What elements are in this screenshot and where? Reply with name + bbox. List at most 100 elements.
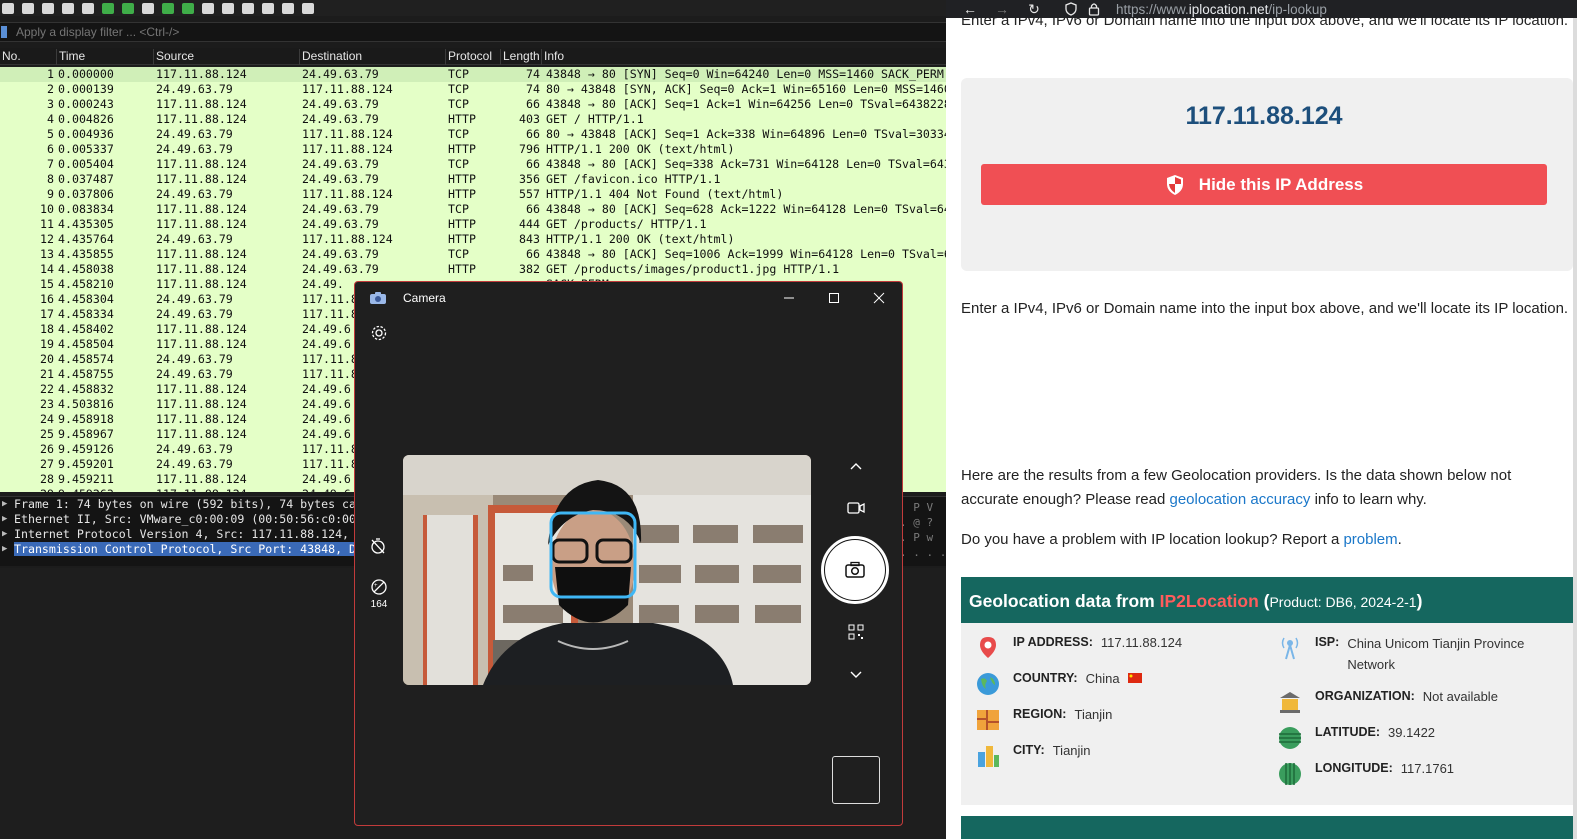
forward-arrow-icon[interactable]: → [994,2,1010,16]
ip2location-link[interactable]: IP2Location [1160,591,1259,611]
col-info[interactable]: Info [541,49,564,65]
expand-arrow-icon[interactable]: ▶ [2,512,7,527]
col-source[interactable]: Source [153,49,194,65]
packet-destination: 24.49.63.79 [302,217,379,231]
packet-source: 24.49.63.79 [156,307,233,321]
zoom-normal-icon[interactable] [282,2,294,14]
back-arrow-icon[interactable]: ← [962,2,978,16]
packet-row[interactable]: 12 4.435764 24.49.63.79 117.11.88.124 HTTP 84… [0,232,946,247]
expand-arrow-icon[interactable]: ▶ [2,527,7,542]
packet-protocol: TCP [448,247,469,261]
colorize-icon[interactable] [222,2,234,14]
autoscroll-icon[interactable] [202,2,214,14]
packet-row[interactable]: 2 0.000139 24.49.63.79 117.11.88.124 TCP 74 80… [0,82,946,97]
take-photo-button[interactable] [821,536,889,604]
packet-destination: 117.11.88.124 [302,127,393,141]
qr-code-icon[interactable] [848,624,864,640]
chevron-down-icon[interactable] [848,667,864,683]
packet-row[interactable]: 9 0.037806 24.49.63.79 117.11.88.124 HTTP 557… [0,187,946,202]
packet-source: 117.11.88.124 [156,157,247,171]
col-protocol[interactable]: Protocol [445,49,492,65]
packet-destination: 117.11.8 [302,367,358,381]
packet-protocol: HTTP [448,172,476,186]
gallery-thumbnail-button[interactable] [832,756,880,804]
camera-titlebar[interactable]: Camera [355,282,902,314]
packet-source: 117.11.88.124 [156,472,247,486]
packet-row[interactable]: 5 0.004936 24.49.63.79 117.11.88.124 TCP 66 80… [0,127,946,142]
go-back-icon[interactable] [102,2,114,14]
expand-arrow-icon[interactable]: ▶ [2,497,7,512]
col-no[interactable]: No. [0,49,21,65]
timer-off-icon[interactable] [369,537,387,555]
col-time[interactable]: Time [56,49,85,65]
open-file-icon[interactable] [2,2,14,14]
packet-row[interactable]: 13 4.435855 117.11.88.124 24.49.63.79 TCP 66 4… [0,247,946,262]
packet-row[interactable]: 6 0.005337 24.49.63.79 117.11.88.124 HTTP 796… [0,142,946,157]
packet-row[interactable]: 11 4.435305 117.11.88.124 24.49.63.79 HTTP 44… [0,217,946,232]
video-mode-icon[interactable] [846,500,866,516]
packet-row[interactable]: 3 0.000243 117.11.88.124 24.49.63.79 TCP 66 43… [0,97,946,112]
longitude-globe-icon [1279,763,1301,785]
chevron-up-icon[interactable] [848,458,864,474]
packet-destination: 117.11.88.124 [302,232,393,246]
url-prefix: https://www. [1116,1,1189,17]
packet-row[interactable]: 14 4.458038 117.11.88.124 24.49.63.79 HTTP 38… [0,262,946,277]
packet-row[interactable]: 10 0.083834 117.11.88.124 24.49.63.79 TCP 66 4… [0,202,946,217]
packet-source: 117.11.88.124 [156,382,247,396]
minimize-icon[interactable] [781,290,797,306]
zoom-out-icon[interactable] [262,2,274,14]
packet-destination: 24.49.63.79 [302,172,379,186]
packet-length: 557 [519,187,540,201]
geo-city-row: CITY: Tianjin [975,743,1091,769]
packet-no: 21 [40,367,54,381]
resize-columns-icon[interactable] [302,2,314,14]
packet-time: 4.458038 [58,262,114,276]
expand-arrow-icon[interactable]: ▶ [2,542,7,557]
settings-gear-icon[interactable] [370,324,388,342]
packet-length: 356 [519,172,540,186]
geo-isp-row: ISP: China Unicom Tianjin Province Networ… [1277,635,1557,675]
packet-no: 10 [40,202,54,216]
reload-icon[interactable]: ↻ [1026,2,1042,16]
col-destination[interactable]: Destination [299,49,362,65]
region-value: Tianjin [1074,707,1113,722]
packet-row[interactable]: 4 0.004826 117.11.88.124 24.49.63.79 HTTP 403… [0,112,946,127]
find-packet-icon[interactable] [82,2,94,14]
region-map-icon [977,710,999,730]
reload-icon[interactable] [62,2,74,14]
packet-no: 23 [40,397,54,411]
geolocation-accuracy-link[interactable]: geolocation accuracy [1169,491,1310,508]
camera-app-icon [370,292,386,304]
zoom-in-icon[interactable] [242,2,254,14]
shield-icon[interactable] [1064,2,1078,16]
packet-source: 117.11.88.124 [156,412,247,426]
hide-ip-label: Hide this IP Address [1198,174,1364,194]
exposure-control[interactable]: + 164 [367,578,391,610]
packet-length: 66 [526,157,540,171]
first-packet-icon[interactable] [162,2,174,14]
page-scrollbar[interactable] [1573,18,1577,839]
bookmark-icon[interactable] [1,26,7,38]
organization-building-icon [1280,692,1300,713]
address-bar[interactable]: https://www.iplocation.net/ip-lookup [1116,2,1327,17]
save-file-icon[interactable] [22,2,34,14]
close-file-icon[interactable] [42,2,54,14]
maximize-icon[interactable] [826,290,842,306]
close-icon[interactable] [871,290,887,306]
packet-row[interactable]: 8 0.037487 117.11.88.124 24.49.63.79 HTTP 356… [0,172,946,187]
lock-icon[interactable] [1088,2,1100,16]
go-forward-icon[interactable] [122,2,134,14]
last-packet-icon[interactable] [182,2,194,14]
problem-link[interactable]: problem [1343,531,1397,548]
packet-info: GET /products/ HTTP/1.1 [546,217,707,231]
org-label: ORGANIZATION: [1315,689,1415,703]
hide-ip-button[interactable]: Hide this IP Address [981,164,1547,205]
packet-row[interactable]: 1 0.000000 117.11.88.124 24.49.63.79 TCP 74 43… [0,67,946,82]
packet-protocol: HTTP [448,112,476,126]
go-to-packet-icon[interactable] [142,2,154,14]
display-filter-input[interactable] [16,25,916,39]
geo-title-1: Geolocation data from [969,591,1160,611]
packet-bytes-fragment: P V . @ ? . P w . . . . [900,501,946,559]
packet-row[interactable]: 7 0.005404 117.11.88.124 24.49.63.79 TCP 66 43… [0,157,946,172]
col-length[interactable]: Length [500,49,540,65]
